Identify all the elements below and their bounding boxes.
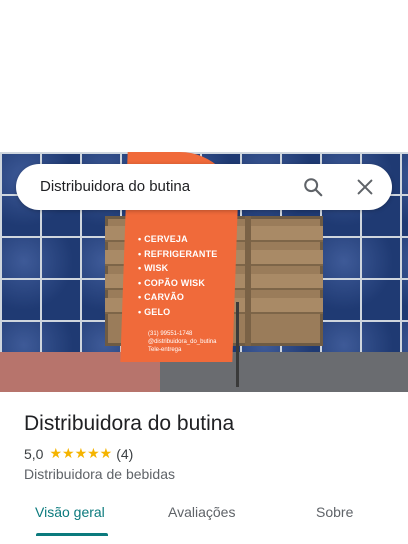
- place-info-panel: Distribuidora do butina 5,0 ★★★★★ (4) Di…: [0, 392, 408, 544]
- flag-item: COPÃO WISK: [138, 276, 238, 291]
- search-box[interactable]: Distribuidora do butina: [16, 164, 392, 210]
- flag-contact: (31) 99551-1748 @distribuidora_do_butina…: [148, 330, 216, 354]
- place-category[interactable]: Distribuidora de bebidas: [24, 466, 175, 482]
- flag-item: CARVÃO: [138, 290, 238, 305]
- tab-reviews[interactable]: Avaliações: [168, 504, 235, 520]
- review-count[interactable]: (4): [116, 446, 133, 462]
- flag-item: REFRIGERANTE: [138, 247, 238, 262]
- search-input[interactable]: Distribuidora do butina: [40, 178, 190, 195]
- flag-phone: (31) 99551-1748: [148, 331, 193, 337]
- close-icon[interactable]: [354, 176, 376, 198]
- flag-handle: @distribuidora_do_butina: [148, 339, 217, 345]
- map-area-blank: [0, 0, 408, 152]
- flag-item: WISK: [138, 261, 238, 276]
- active-tab-indicator: [36, 533, 108, 536]
- rating-value: 5,0: [24, 445, 44, 462]
- flag-item: GELO: [138, 305, 238, 320]
- star-rating-icon: ★★★★★: [49, 445, 113, 461]
- flag-item: CERVEJA: [138, 232, 238, 247]
- rating-row[interactable]: 5,0 ★★★★★ (4): [24, 445, 133, 462]
- search-icon[interactable]: [302, 176, 324, 198]
- flag-items: CERVEJA REFRIGERANTE WISK COPÃO WISK CAR…: [138, 232, 238, 319]
- place-title: Distribuidora do butina: [24, 412, 235, 435]
- tab-overview[interactable]: Visão geral: [35, 504, 105, 520]
- tab-bar: Visão geral Avaliações Sobre: [0, 504, 408, 544]
- flag-extra: Tele-entrega: [148, 347, 182, 353]
- tab-about[interactable]: Sobre: [316, 504, 353, 520]
